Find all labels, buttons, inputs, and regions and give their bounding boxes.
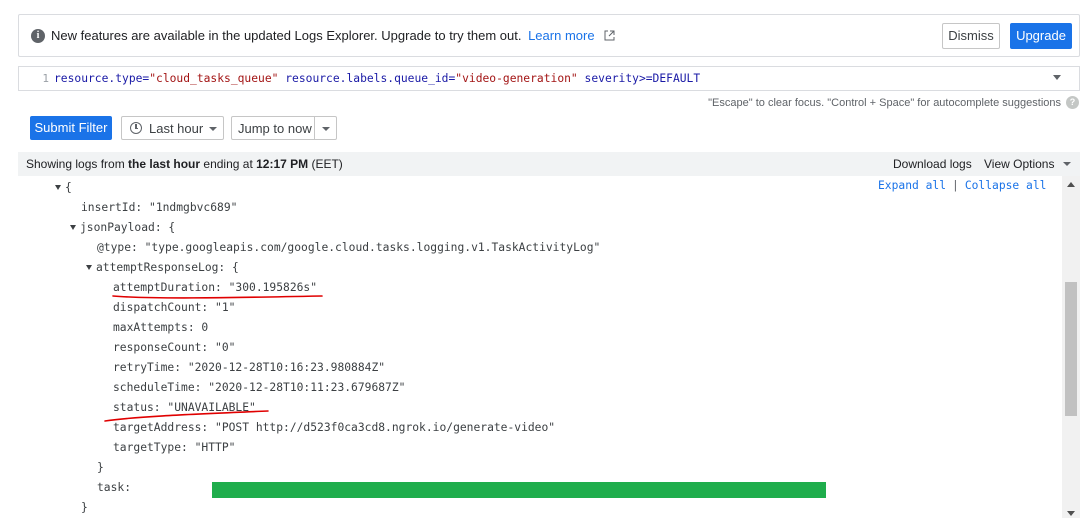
tree-line: targetType: "HTTP" (113, 438, 235, 458)
tree-line: } (81, 498, 88, 518)
tree-text: maxAttempts: 0 (113, 321, 209, 334)
tree-line-root[interactable]: { (55, 178, 72, 198)
tree-line-task: task: (97, 478, 837, 498)
tree-line: retryTime: "2020-12-28T10:16:23.980884Z" (113, 358, 385, 378)
tree-text: scheduleTime: "2020-12-28T10:11:23.67968… (113, 381, 406, 394)
download-logs-button[interactable]: Download logs (893, 157, 972, 171)
tree-text: } (97, 461, 104, 474)
chevron-down-icon (209, 127, 217, 131)
tree-text: dispatchCount: "1" (113, 301, 236, 314)
collapse-all-link[interactable]: Collapse all (965, 179, 1047, 192)
tree-line: maxAttempts: 0 (113, 318, 208, 338)
chevron-down-icon[interactable] (1053, 75, 1061, 80)
clock-icon (130, 122, 142, 134)
query-token: resource.type= (54, 72, 150, 85)
tree-line: responseCount: "0" (113, 338, 235, 358)
query-editor[interactable]: 1 resource.type="cloud_tasks_queue" reso… (18, 66, 1080, 91)
query-token: "cloud_tasks_queue" (149, 72, 279, 85)
tree-text: targetType: "HTTP" (113, 441, 236, 454)
tree-line: status: "UNAVAILABLE" (113, 398, 256, 418)
tree-text: responseCount: "0" (113, 341, 236, 354)
tree-text: { (65, 181, 72, 194)
tree-text: targetAddress: "POST http://d523f0ca3cd8… (113, 421, 556, 434)
expand-all-link[interactable]: Expand all (878, 179, 946, 192)
submit-filter-button[interactable]: Submit Filter (30, 116, 112, 140)
time-range-label: Last hour (149, 121, 204, 136)
summary-tz: (EET) (308, 157, 343, 171)
jump-to-now-button[interactable]: Jump to now (231, 116, 337, 140)
dismiss-button[interactable]: Dismiss (942, 23, 1000, 49)
separator: | (952, 179, 959, 192)
tree-text: attemptResponseLog: { (96, 261, 239, 274)
tree-line: @type: "type.googleapis.com/google.cloud… (97, 238, 600, 258)
tree-text: @type: "type.googleapis.com/google.cloud… (97, 241, 601, 254)
external-link-icon[interactable] (604, 30, 615, 41)
banner-message: New features are available in the update… (51, 28, 615, 43)
upgrade-banner: i New features are available in the upda… (18, 14, 1080, 57)
tree-line: scheduleTime: "2020-12-28T10:11:23.67968… (113, 378, 405, 398)
learn-more-link[interactable]: Learn more (528, 28, 594, 43)
view-options-button[interactable]: View Options (984, 157, 1054, 171)
results-header: Showing logs from the last hour ending a… (18, 152, 1080, 176)
jump-to-now-label: Jump to now (238, 121, 312, 136)
tree-line: dispatchCount: "1" (113, 298, 235, 318)
chevron-down-icon[interactable] (322, 127, 330, 131)
summary-middle: ending at (200, 157, 257, 171)
tree-text: attemptDuration: "300.195826s" (113, 281, 318, 294)
line-number: 1 (42, 72, 49, 85)
tree-line: attemptDuration: "300.195826s" (113, 278, 317, 298)
help-icon[interactable]: ? (1066, 96, 1079, 109)
scrollbar-thumb[interactable] (1065, 282, 1077, 416)
tree-line-jsonpayload[interactable]: jsonPayload: { (70, 218, 175, 238)
query-token: resource.labels.queue_id= (278, 72, 456, 85)
tree-text: jsonPayload: { (80, 221, 176, 234)
editor-hint: "Escape" to clear focus. "Control + Spac… (708, 97, 1061, 109)
results-summary: Showing logs from the last hour ending a… (26, 157, 343, 171)
expand-triangle-icon[interactable] (86, 265, 92, 270)
tree-text: task: (97, 481, 132, 494)
scroll-up-icon[interactable] (1067, 182, 1075, 187)
tree-line: insertId: "1ndmgbvc689" (81, 198, 237, 218)
chevron-down-icon[interactable] (1063, 162, 1071, 166)
time-range-button[interactable]: Last hour (121, 116, 224, 140)
expand-triangle-icon[interactable] (55, 185, 61, 190)
tree-text: status: "UNAVAILABLE" (113, 401, 256, 414)
scrollbar[interactable] (1062, 176, 1080, 518)
redacted-block (212, 482, 826, 498)
summary-prefix: Showing logs from (26, 157, 129, 171)
query-token: severity>=DEFAULT (577, 72, 701, 85)
tree-line-attemptresponselog[interactable]: attemptResponseLog: { (86, 258, 239, 278)
query-token: "video-generation" (455, 72, 578, 85)
info-icon: i (31, 29, 45, 43)
tree-text: } (81, 501, 88, 514)
scroll-down-icon[interactable] (1067, 511, 1075, 516)
upgrade-button[interactable]: Upgrade (1010, 23, 1072, 49)
summary-range: the last hour (128, 157, 201, 171)
tree-line: targetAddress: "POST http://d523f0ca3cd8… (113, 418, 555, 438)
query-text[interactable]: resource.type="cloud_tasks_queue" resour… (54, 67, 700, 90)
tree-text: retryTime: "2020-12-28T10:16:23.980884Z" (113, 361, 386, 374)
tree-text: insertId: "1ndmgbvc689" (81, 201, 238, 214)
expand-triangle-icon[interactable] (70, 225, 76, 230)
summary-time: 12:17 PM (256, 157, 309, 171)
log-entry-tree: Expand all | Collapse all { insertId: "1nd… (18, 176, 1062, 518)
tree-line: } (97, 458, 104, 478)
divider (314, 117, 315, 139)
expand-collapse-links: Expand all | Collapse all (878, 179, 1046, 192)
banner-message-text: New features are available in the update… (51, 28, 522, 43)
